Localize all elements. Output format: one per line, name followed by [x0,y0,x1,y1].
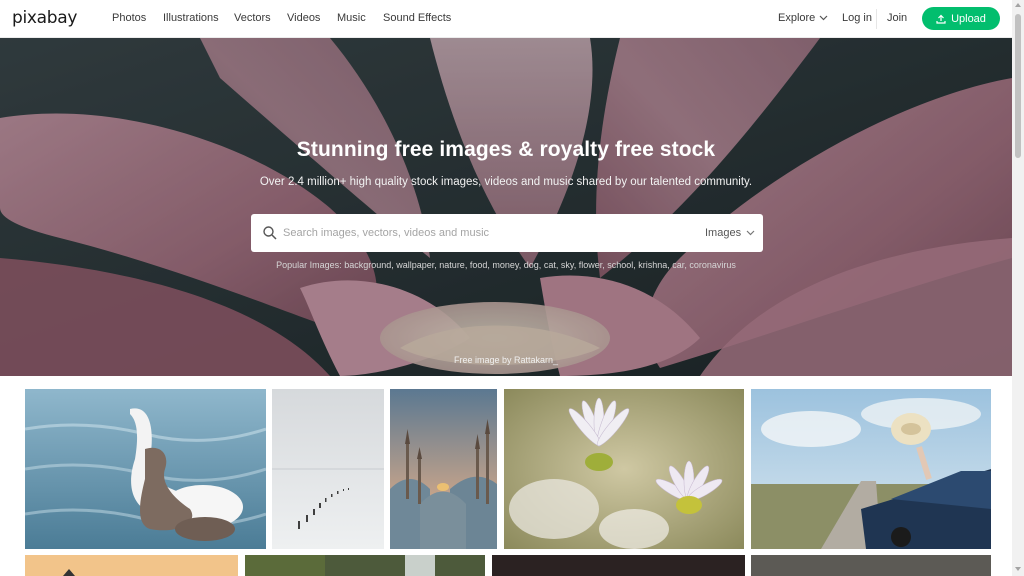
mosque-photo[interactable] [390,389,497,549]
scroll-up-arrow-icon[interactable] [1015,3,1021,7]
popular-tag[interactable]: cat [544,260,556,270]
chevron-down-icon [819,15,828,21]
hero-subtitle: Over 2.4 million+ high quality stock ima… [259,176,753,188]
popular-label: Popular Images: [276,260,342,270]
login-link[interactable]: Log in [842,12,872,24]
lotus-background-image [0,38,1012,376]
popular-tag[interactable]: dog [524,260,539,270]
search-icon[interactable] [262,225,278,241]
popular-tag[interactable]: car [672,260,684,270]
gallery-photo-row2-3[interactable] [492,555,745,576]
popular-tag[interactable]: background [344,260,391,270]
media-type-label: Images [705,227,742,239]
pixabay-logo[interactable]: pixabay [12,8,77,28]
popular-tag[interactable]: coronavirus [689,260,736,270]
nav-music[interactable]: Music [337,12,366,24]
popular-tag[interactable]: school [607,260,633,270]
car-hat-photo[interactable] [751,389,991,549]
search-bar: Images [251,214,763,252]
popular-searches: Popular Images: background, wallpaper, n… [276,260,736,270]
hero-title: Stunning free images & royalty free stoc… [296,138,716,161]
image-credit[interactable]: Free image by Rattakarn_ [0,355,1012,365]
popular-tag[interactable]: money [492,260,518,270]
nav-vectors[interactable]: Vectors [234,12,271,24]
gallery-photo-row2-1[interactable] [25,555,238,576]
popular-tag[interactable]: nature [439,260,465,270]
explore-label: Explore [778,12,816,24]
gallery-photo-row2-4[interactable] [751,555,991,576]
upload-button[interactable]: Upload [922,7,1000,30]
upload-icon [936,14,946,24]
nav-illustrations[interactable]: Illustrations [163,12,219,24]
chevron-down-icon [746,230,755,236]
scroll-down-arrow-icon[interactable] [1015,567,1021,571]
search-input[interactable] [283,223,663,243]
popular-tag[interactable]: wallpaper [396,260,434,270]
nav-divider [876,9,877,29]
popular-tag[interactable]: flower [579,260,603,270]
popular-tag[interactable]: sky [561,260,574,270]
nav-videos[interactable]: Videos [287,12,320,24]
daisy-flowers-photo[interactable] [504,389,744,549]
swan-photo[interactable] [25,389,266,549]
scroll-thumb[interactable] [1015,14,1021,158]
hero-banner: Stunning free images & royalty free stoc… [0,38,1012,376]
join-link[interactable]: Join [887,12,907,24]
page-scrollbar[interactable] [1012,0,1024,576]
popular-tag[interactable]: krishna [638,260,667,270]
gallery-photo-row2-2[interactable] [245,555,485,576]
nav-photos[interactable]: Photos [112,12,146,24]
upload-label: Upload [951,12,986,25]
explore-menu[interactable]: Explore [778,12,828,24]
media-type-select[interactable]: Images [705,227,755,239]
nav-sound-effects[interactable]: Sound Effects [383,12,451,24]
popular-tag[interactable]: food [470,260,488,270]
top-navbar: pixabay Photos Illustrations Vectors Vid… [0,0,1012,38]
misty-lake-photo[interactable] [272,389,384,549]
